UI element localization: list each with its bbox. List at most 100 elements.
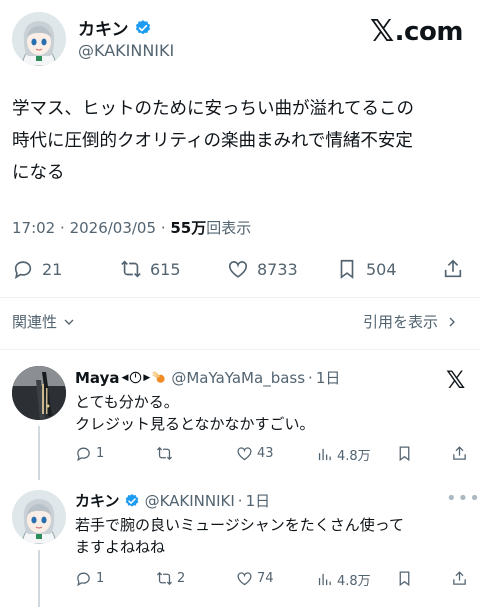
like-icon (237, 447, 252, 461)
bookmark-count: 504 (366, 259, 397, 279)
reply-reply-button[interactable]: 1 (75, 445, 104, 462)
reply-views-button[interactable]: 4.8万 (316, 445, 371, 464)
triangle-right-icon: ▶ (143, 372, 151, 383)
thread-line (38, 426, 40, 480)
author-avatar[interactable] (12, 12, 66, 66)
reply-author-name[interactable]: Maya (75, 369, 120, 387)
reply-like-count: 43 (257, 446, 274, 461)
reply-retweet-count: 2 (177, 571, 186, 586)
share-icon (453, 446, 466, 460)
reply-header: カキン @KAKINNIKI · 1日 (75, 490, 270, 511)
reply-bookmark-button[interactable] (396, 570, 413, 587)
tweet-text-line: になる (12, 163, 65, 183)
reply-like-count: 74 (257, 571, 274, 586)
tweet-text: 学マス、ヒットのために安っちい曲が溢れてるこの 時代に圧倒的クオリティの楽曲まみ… (12, 93, 467, 189)
reply-text: とても分かる。 クレジット見るとなかなかすごい。 (75, 391, 315, 435)
retweet-icon (156, 446, 173, 461)
reply-icon (77, 572, 90, 587)
retweet-button[interactable]: 615 (120, 258, 181, 280)
reply-count: 21 (42, 259, 63, 279)
reply-author-handle[interactable]: @KAKINNIKI (145, 492, 235, 510)
verified-badge-icon (125, 493, 138, 507)
x-logo-icon: 𝕏 (446, 366, 466, 394)
like-count: 8733 (257, 259, 298, 279)
chevron-down-icon (64, 319, 74, 325)
verified-badge-icon (135, 19, 150, 34)
reply-views-button[interactable]: 4.8万 (316, 570, 371, 589)
reply-author-name[interactable]: カキン (75, 490, 120, 511)
reply-reply-count: 1 (96, 571, 105, 586)
bookmark-button[interactable]: 504 (336, 258, 397, 280)
meta-separator: · (60, 219, 70, 237)
brand-suffix: .com (394, 16, 464, 47)
chevron-right-icon (449, 317, 455, 326)
bookmark-icon (399, 446, 410, 462)
reply-view-count: 4.8万 (337, 574, 371, 589)
reply-text-line: 若手で腕の良いミュージシャンをたくさん使って (75, 516, 404, 534)
view-quotes-link[interactable]: 引用を表示 (363, 311, 460, 332)
retweet-icon (156, 571, 173, 586)
reply-retweet-button[interactable]: 2 (156, 570, 185, 587)
reply-like-button[interactable]: 74 (236, 570, 274, 587)
reply-share-button[interactable] (451, 445, 468, 462)
reply-header: Maya ◀ ▶ @MaYaYaMa_bass · 1日 (75, 367, 340, 388)
power-icon (130, 371, 142, 384)
divider (0, 297, 480, 298)
x-logo-icon: 𝕏 (370, 14, 394, 49)
like-icon (237, 572, 252, 586)
reply-text: 若手で腕の良いミュージシャンをたくさん使って ますよねねね (75, 514, 404, 558)
reply-time[interactable]: 1日 (246, 490, 271, 511)
dot-separator: · (308, 368, 313, 387)
reply-view-count: 4.8万 (337, 449, 371, 464)
retweet-icon (121, 260, 141, 278)
reply-button[interactable]: 21 (12, 258, 62, 280)
author-name-row[interactable]: カキン (78, 15, 152, 40)
tweet-text-line: 学マス、ヒットのために安っちい曲が溢れてるこの (12, 99, 414, 119)
bookmark-icon (399, 571, 410, 587)
reply-author-handle[interactable]: @MaYaYaMa_bass (171, 369, 305, 387)
dot-separator: · (237, 491, 243, 510)
tweet-meta: 17:02 · 2026/03/05 · 55万回表示 (12, 217, 251, 238)
reply-retweet-button[interactable] (156, 445, 177, 462)
reply-reply-count: 1 (96, 446, 105, 461)
sort-relevance-dropdown[interactable]: 関連性 (12, 311, 77, 332)
view-quotes-label: 引用を表示 (363, 313, 439, 331)
reply-avatar[interactable] (12, 366, 66, 420)
reply-icon (77, 447, 90, 462)
reply-share-button[interactable] (451, 570, 468, 587)
retweet-count: 615 (150, 259, 181, 279)
author-handle[interactable]: @KAKINNIKI (78, 41, 174, 60)
views-icon (318, 448, 331, 461)
comet-emoji-icon (152, 370, 165, 383)
share-icon (444, 259, 462, 278)
name-emoji-icons: ◀ ▶ (122, 370, 168, 386)
reply-text-line: とても分かる。 (75, 393, 179, 411)
reply-time[interactable]: 1日 (316, 367, 341, 388)
more-icon[interactable]: ••• (446, 488, 480, 509)
bookmark-icon (340, 259, 354, 279)
divider (0, 349, 480, 350)
like-button[interactable]: 8733 (227, 258, 298, 280)
thread-line (38, 550, 40, 607)
share-icon (453, 571, 466, 585)
reply-text-line: クレジット見るとなかなかすごい。 (75, 415, 315, 433)
reply-like-button[interactable]: 43 (236, 445, 274, 462)
tweet-text-line: 時代に圧倒的クオリティの楽曲まみれで情緒不安定 (12, 131, 413, 151)
reply-text-line: ますよねねね (75, 538, 166, 556)
views-label: 回表示 (206, 219, 252, 237)
reply-reply-button[interactable]: 1 (75, 570, 104, 587)
meta-separator: · (160, 219, 171, 237)
views-count: 55万 (170, 219, 207, 237)
tweet-time[interactable]: 17:02 (12, 219, 55, 237)
reply-avatar[interactable] (12, 490, 66, 544)
reply-bookmark-button[interactable] (396, 445, 413, 462)
reply-icon (14, 261, 32, 279)
like-icon (228, 261, 248, 278)
author-name[interactable]: カキン (78, 15, 129, 40)
views-icon (318, 573, 331, 586)
tweet-date[interactable]: 2026/03/05 (70, 219, 156, 237)
sort-label: 関連性 (12, 313, 58, 331)
brand-logo: 𝕏 .com (370, 14, 463, 49)
triangle-left-icon: ◀ (121, 372, 129, 383)
share-button[interactable] (442, 258, 464, 280)
